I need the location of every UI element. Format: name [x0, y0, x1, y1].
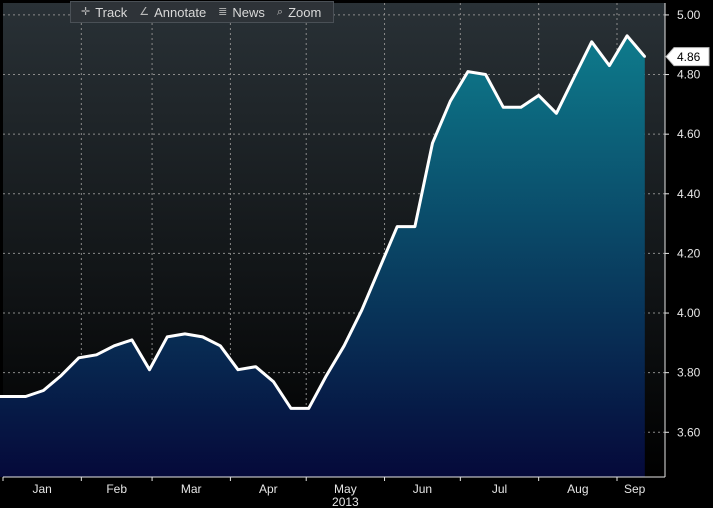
data-point: [59, 374, 63, 377]
data-point: [395, 225, 399, 228]
news-icon: ≣: [218, 5, 228, 18]
annotate-label: Annotate: [154, 4, 207, 20]
zoom-label: Zoom: [288, 4, 322, 20]
magnifier-icon: ⌕: [276, 5, 284, 18]
x-tick-label: Feb: [106, 482, 127, 496]
data-point: [201, 335, 204, 339]
annotate-tool-button[interactable]: ∠ Annotate: [133, 2, 212, 22]
y-tick-label: 3.80: [677, 366, 701, 380]
data-point: [272, 380, 275, 383]
data-point: [519, 106, 523, 109]
news-label: News: [232, 4, 265, 20]
data-point: [6, 395, 10, 398]
zoom-tool-button[interactable]: ⌕ Zoom: [271, 2, 327, 22]
pencil-icon: ∠: [139, 5, 150, 18]
data-point: [484, 73, 487, 76]
data-point: [625, 34, 629, 37]
data-point: [643, 55, 646, 58]
x-tick-label: Aug: [567, 482, 588, 496]
data-point: [502, 106, 505, 109]
data-point: [413, 225, 417, 228]
x-tick-label: Jan: [32, 482, 51, 496]
track-tool-button[interactable]: ✛ Track: [75, 2, 133, 22]
data-point: [608, 64, 611, 67]
x-tick-label: Mar: [181, 482, 202, 496]
data-point: [95, 353, 98, 356]
data-point: [555, 112, 558, 115]
data-point: [431, 141, 434, 145]
chart-toolbar: ✛ Track ∠ Annotate ≣ News ⌕ Zoom: [70, 1, 335, 23]
data-point: [42, 389, 45, 392]
data-point: [307, 407, 310, 410]
y-tick-label: 4.40: [677, 187, 701, 201]
data-point: [148, 368, 151, 371]
news-tool-button[interactable]: ≣ News: [212, 2, 271, 22]
chart-svg: 5.00 4.80 4.60 4.40 4.20 4.00 3.80 3.60 Jan Feb Ma…: [0, 3, 710, 508]
data-point: [325, 374, 328, 377]
track-label: Track: [95, 4, 128, 20]
x-tick-label: Jun: [413, 482, 432, 496]
data-point: [112, 344, 116, 348]
data-point: [24, 395, 27, 398]
data-point: [166, 335, 169, 339]
x-tick-label: May: [334, 482, 357, 496]
chart-root: 5.00 4.80 4.60 4.40 4.20 4.00 3.80 3.60 Jan Feb Ma…: [0, 0, 713, 508]
data-point: [466, 70, 470, 73]
data-point: [342, 344, 346, 348]
y-tick-label: 4.00: [677, 306, 701, 320]
data-point: [236, 368, 240, 371]
data-point: [183, 332, 187, 336]
x-tick-label: Jul: [492, 482, 507, 496]
y-tick-label: 4.60: [677, 127, 701, 141]
crosshair-icon: ✛: [81, 5, 91, 18]
data-point: [449, 100, 452, 103]
data-point: [537, 94, 540, 97]
data-point: [130, 338, 134, 342]
data-point: [289, 407, 293, 410]
data-point: [77, 356, 81, 359]
y-tick-label: 4.20: [677, 246, 701, 260]
y-tick-label: 5.00: [677, 8, 701, 22]
y-tick-label: 3.60: [677, 425, 701, 439]
data-point: [572, 76, 576, 79]
y-tick-label: 4.80: [677, 68, 701, 82]
data-point: [590, 40, 593, 43]
data-point: [219, 344, 222, 348]
last-value-label: 4.86: [677, 50, 701, 64]
x-tick-label: Apr: [259, 482, 278, 496]
data-point: [378, 267, 381, 270]
data-point: [360, 308, 363, 312]
x-tick-label: Sep: [624, 482, 646, 496]
data-point: [254, 365, 257, 368]
year-label: 2013: [332, 495, 359, 508]
